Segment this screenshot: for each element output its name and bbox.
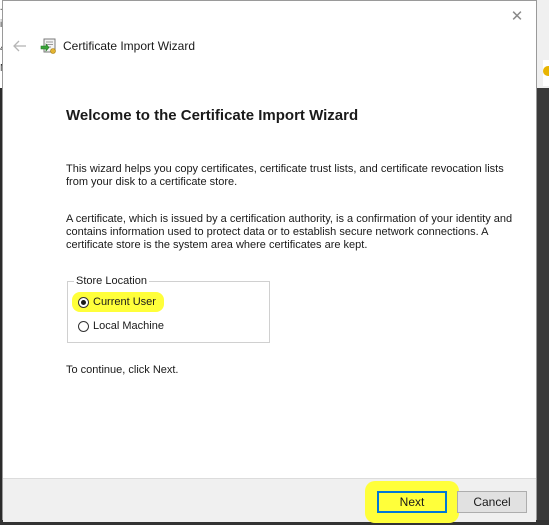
radio-selected-icon [78,296,89,308]
back-arrow-icon [13,40,26,52]
current-user-label: Current User [93,296,156,308]
next-button[interactable]: Next [377,491,447,513]
continue-hint: To continue, click Next. [66,364,179,376]
intro-text: This wizard helps you copy certificates,… [66,163,504,188]
certificate-wizard-icon [40,37,58,55]
background-dark-area [535,88,549,525]
store-location-group: Store Location Current User Local Machin… [67,275,270,343]
cancel-button[interactable]: Cancel [457,491,527,513]
local-machine-radio[interactable]: Local Machine [78,320,164,332]
certificate-import-wizard-dialog: ✕ Certificate Import Wizard Welcome to t… [2,0,537,523]
store-location-legend: Store Location [74,275,149,287]
close-icon: ✕ [510,8,524,25]
close-button[interactable]: ✕ [506,5,528,27]
explanation-text: A certificate, which is issued by a cert… [66,213,513,251]
back-button[interactable] [11,37,29,55]
local-machine-label: Local Machine [93,320,164,332]
page-title: Welcome to the Certificate Import Wizard [66,107,359,124]
background-notification-dot [543,66,549,76]
current-user-radio[interactable]: Current User [78,296,156,308]
wizard-header: Certificate Import Wizard [3,31,536,61]
wizard-title: Certificate Import Wizard [63,39,196,53]
wizard-footer: Next Cancel [3,478,536,523]
radio-unselected-icon [78,320,89,332]
